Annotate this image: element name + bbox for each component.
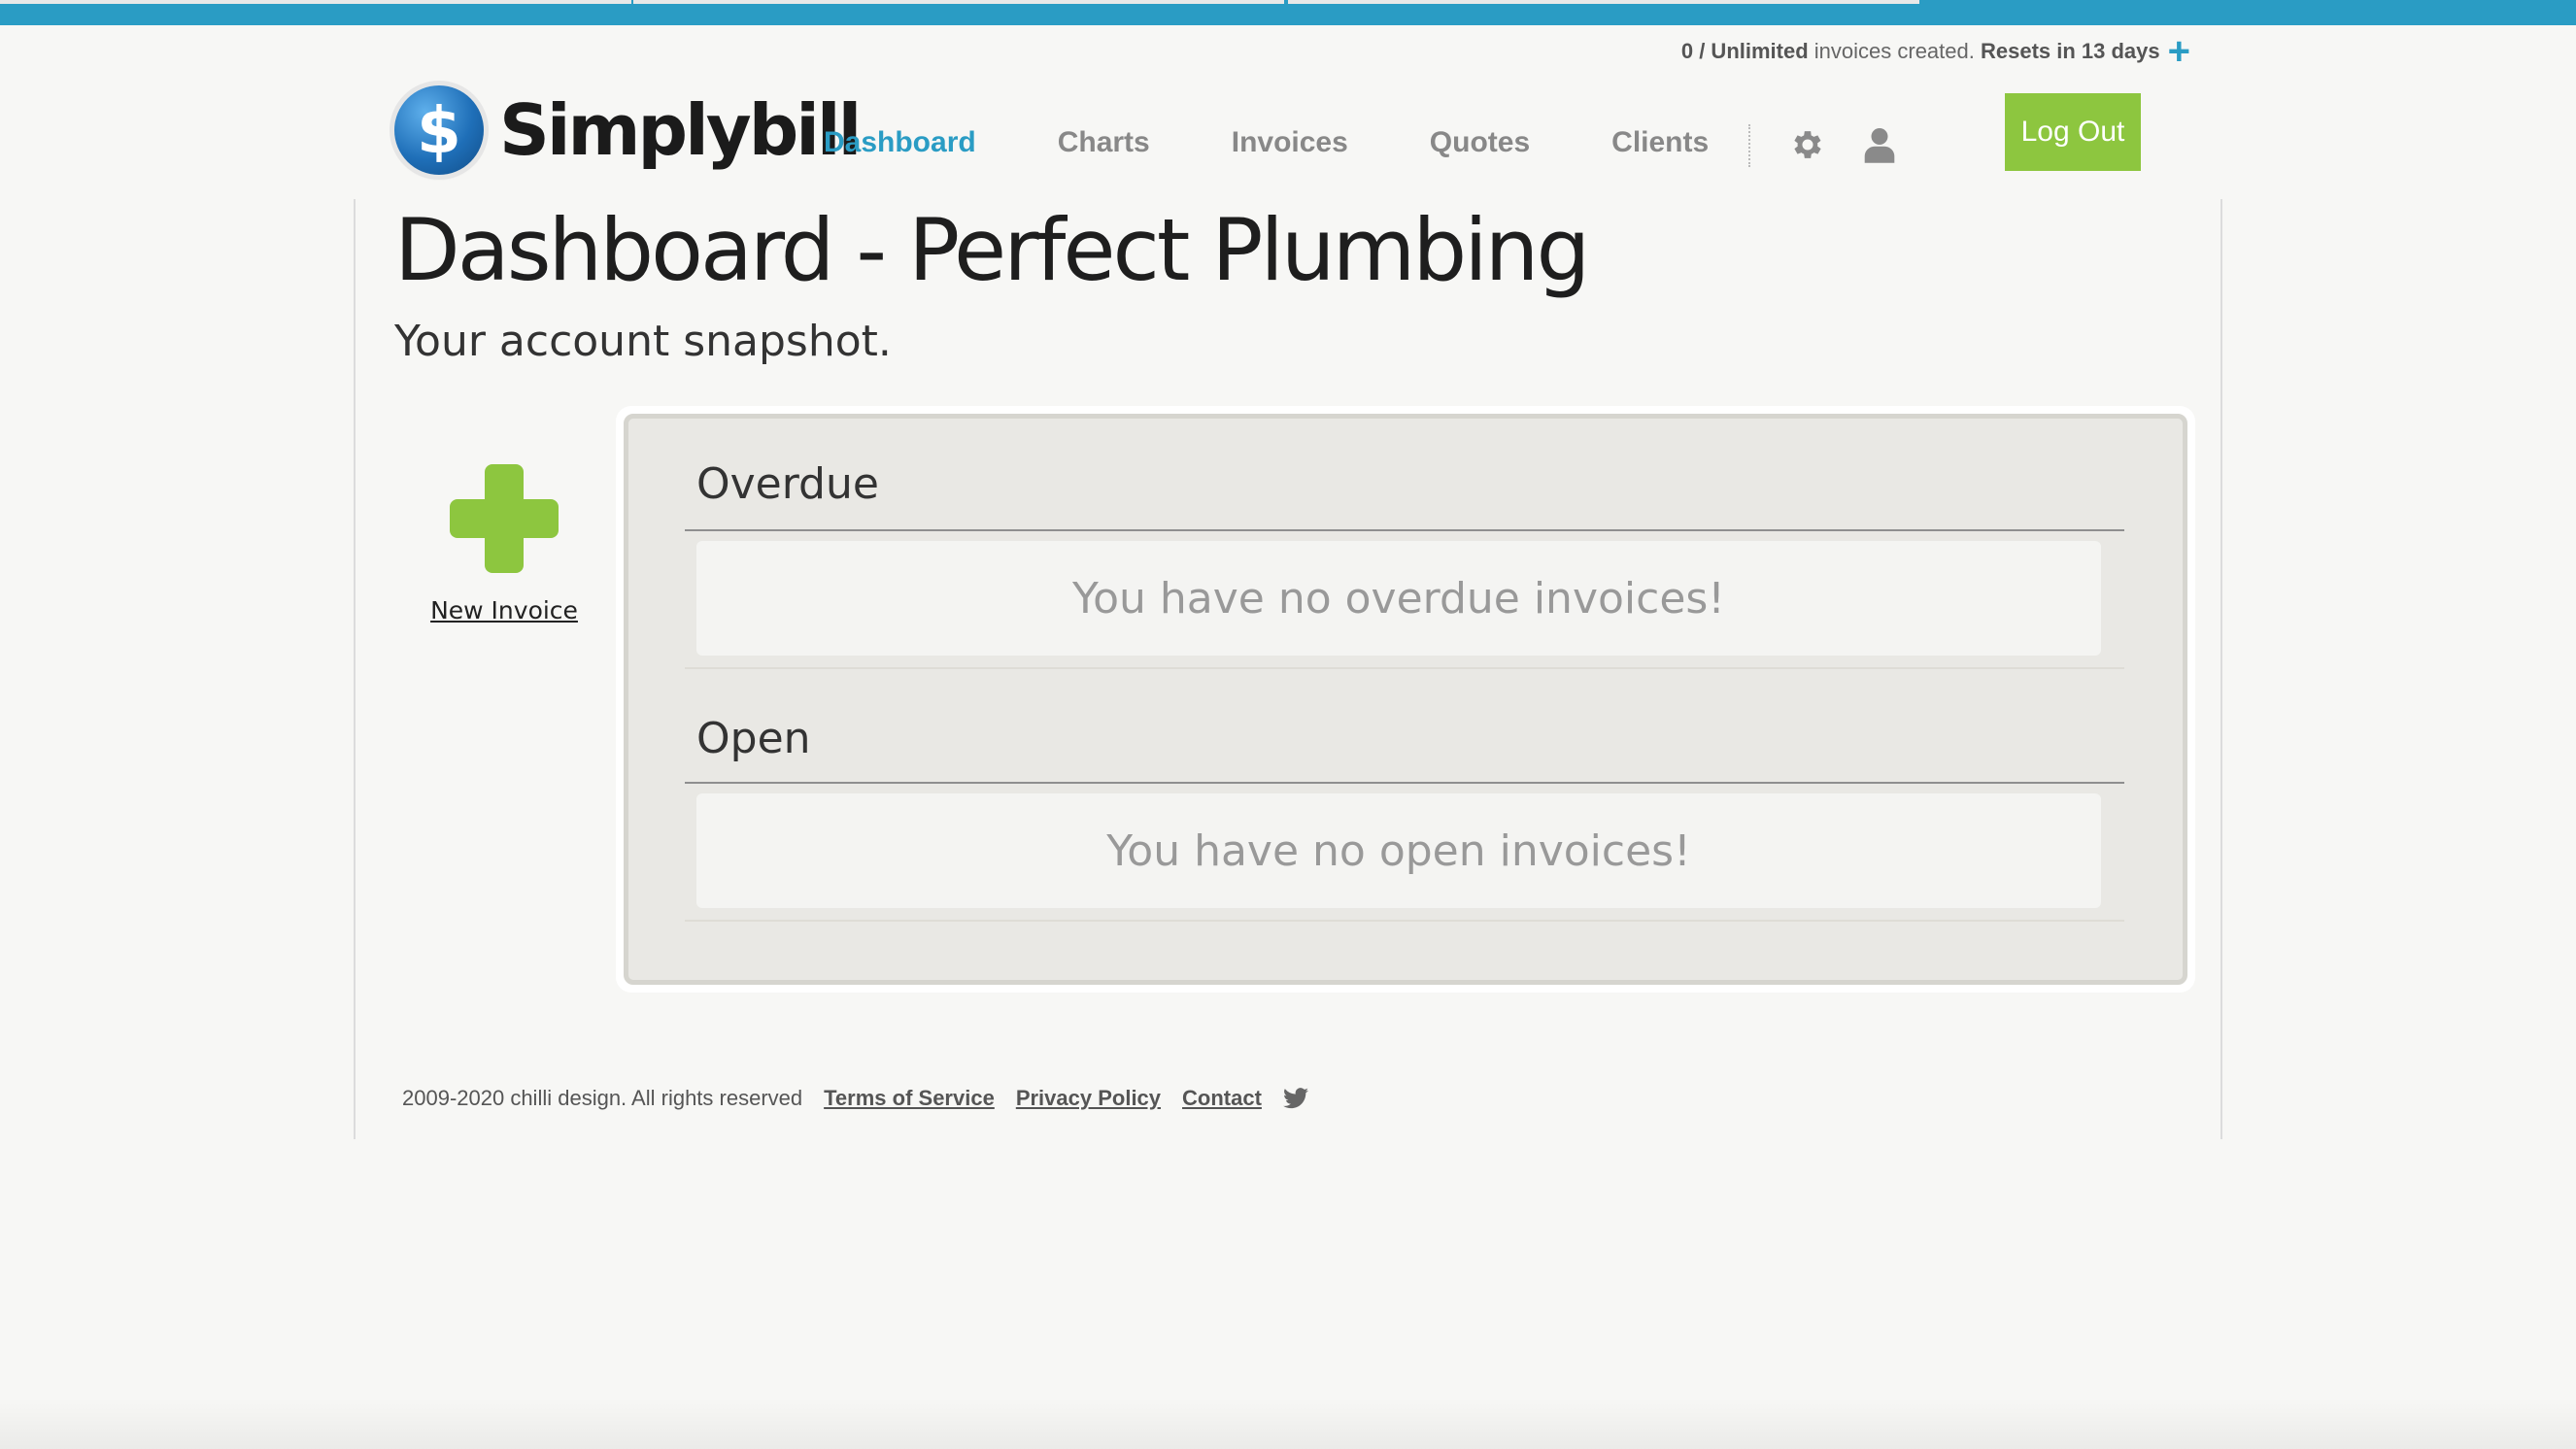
new-invoice-link[interactable]: New Invoice: [430, 596, 578, 624]
bottom-shadow: [0, 1398, 2576, 1449]
overdue-empty-message: You have no overdue invoices!: [696, 541, 2101, 656]
top-bar-segment: [0, 0, 631, 4]
plus-icon[interactable]: [450, 464, 559, 573]
brand-name: Simplybill: [499, 89, 862, 171]
top-bar-segment: [633, 0, 1284, 4]
invoice-summary-panel: Overdue You have no overdue invoices! Op…: [616, 406, 2195, 993]
contact-link[interactable]: Contact: [1182, 1086, 1262, 1111]
open-bottom-divider: [685, 920, 2124, 922]
nav-clients[interactable]: Clients: [1611, 126, 1709, 159]
overdue-bottom-divider: [685, 667, 2124, 669]
logout-button[interactable]: Log Out: [2005, 93, 2141, 171]
nav-charts[interactable]: Charts: [1058, 126, 1150, 159]
top-bar-segment: [1288, 0, 1919, 4]
twitter-icon[interactable]: [1282, 1088, 1308, 1109]
nav-divider: [1748, 124, 1750, 167]
upgrade-plus-icon[interactable]: +: [2168, 32, 2190, 71]
user-icon[interactable]: [1863, 126, 1896, 163]
usage-summary: 0 / Unlimited invoices created. Resets i…: [1680, 32, 2190, 71]
plus-icon-vertical: [485, 464, 524, 573]
page-title: Dashboard - Perfect Plumbing: [394, 200, 1590, 300]
gear-icon[interactable]: [1789, 126, 1826, 163]
dollar-logo-icon: $: [394, 85, 484, 175]
overdue-section-title: Overdue: [696, 459, 879, 509]
overdue-divider: [685, 529, 2124, 531]
usage-count: 0 / Unlimited: [1680, 39, 1809, 63]
content-frame-left: [354, 199, 356, 1139]
copyright-text: 2009-2020 chilli design. All rights rese…: [402, 1086, 803, 1110]
usage-text: invoices created.: [1808, 39, 1981, 63]
page-footer: 2009-2020 chilli design. All rights rese…: [402, 1086, 1308, 1111]
invoice-summary-inner: Overdue You have no overdue invoices! Op…: [624, 414, 2187, 985]
main-nav: Dashboard Charts Invoices Quotes Clients: [824, 126, 1790, 159]
top-accent-bar: [0, 0, 2576, 25]
new-invoice-button[interactable]: New Invoice: [430, 464, 578, 624]
open-empty-message: You have no open invoices!: [696, 793, 2101, 908]
nav-quotes[interactable]: Quotes: [1430, 126, 1530, 159]
page-subtitle: Your account snapshot.: [394, 317, 892, 366]
terms-link[interactable]: Terms of Service: [824, 1086, 995, 1111]
open-section-title: Open: [696, 714, 811, 763]
usage-reset: Resets in 13 days: [1980, 39, 2160, 63]
content-frame-right: [2220, 199, 2222, 1139]
brand-logo[interactable]: $ Simplybill: [394, 85, 862, 175]
privacy-link[interactable]: Privacy Policy: [1016, 1086, 1161, 1111]
nav-invoices[interactable]: Invoices: [1232, 126, 1348, 159]
nav-dashboard[interactable]: Dashboard: [824, 126, 976, 159]
open-divider: [685, 782, 2124, 784]
